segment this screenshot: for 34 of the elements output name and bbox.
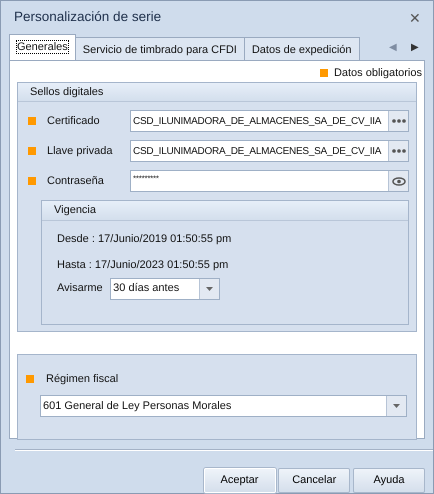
caret-icon (206, 286, 214, 290)
field-label: Avisarme (57, 281, 103, 296)
dialog-button[interactable]: Ayuda (353, 468, 425, 493)
dialog-button[interactable]: Aceptar (204, 468, 276, 493)
window-title: Personalización de serie (14, 8, 162, 26)
dropdown[interactable]: 30 días antes (110, 278, 220, 300)
more-button[interactable] (388, 141, 408, 161)
ellipsis-icon (392, 149, 406, 153)
field-label: Llave privada (46, 144, 114, 159)
tab[interactable]: Generales (9, 34, 76, 60)
dropdown[interactable]: 601 General de Ley Personas Morales (40, 395, 407, 417)
group-title: Sellos digitales (18, 82, 416, 102)
dialog-button[interactable]: Cancelar (278, 468, 350, 493)
dropdown-button[interactable] (386, 396, 406, 416)
eye-icon (392, 176, 406, 186)
group-title: Vigencia (42, 201, 408, 220)
input-field[interactable]: CSD_ILUNIMADORA_DE_ALMACENES_SA_DE_CV_IIA (130, 140, 409, 162)
ellipsis-icon (392, 119, 406, 123)
field-label: Certificado (46, 114, 101, 129)
close-button[interactable]: ✕ (409, 10, 421, 24)
field-label: Régimen fiscal (46, 372, 118, 386)
input-field[interactable]: ********* (130, 170, 409, 192)
show-password-button[interactable] (388, 171, 408, 191)
field-label: Contraseña (46, 174, 105, 189)
tab[interactable]: Datos de expedición (244, 37, 360, 60)
date-text: Desde : 17/Junio/2019 01:50:55 pm (57, 232, 232, 246)
caret-icon (393, 404, 400, 408)
more-button[interactable] (388, 111, 408, 131)
tab[interactable]: Servicio de timbrado para CFDI (74, 37, 245, 60)
input-field[interactable]: CSD_ILUNIMADORA_DE_ALMACENES_SA_DE_CV_IIA (130, 110, 409, 132)
legend-label: Datos obligatorios (334, 66, 422, 81)
date-text: Hasta : 17/Junio/2023 01:50:55 pm (57, 258, 230, 273)
scroll-right-button[interactable]: ▶ (411, 40, 419, 54)
dropdown-button[interactable] (199, 278, 220, 298)
